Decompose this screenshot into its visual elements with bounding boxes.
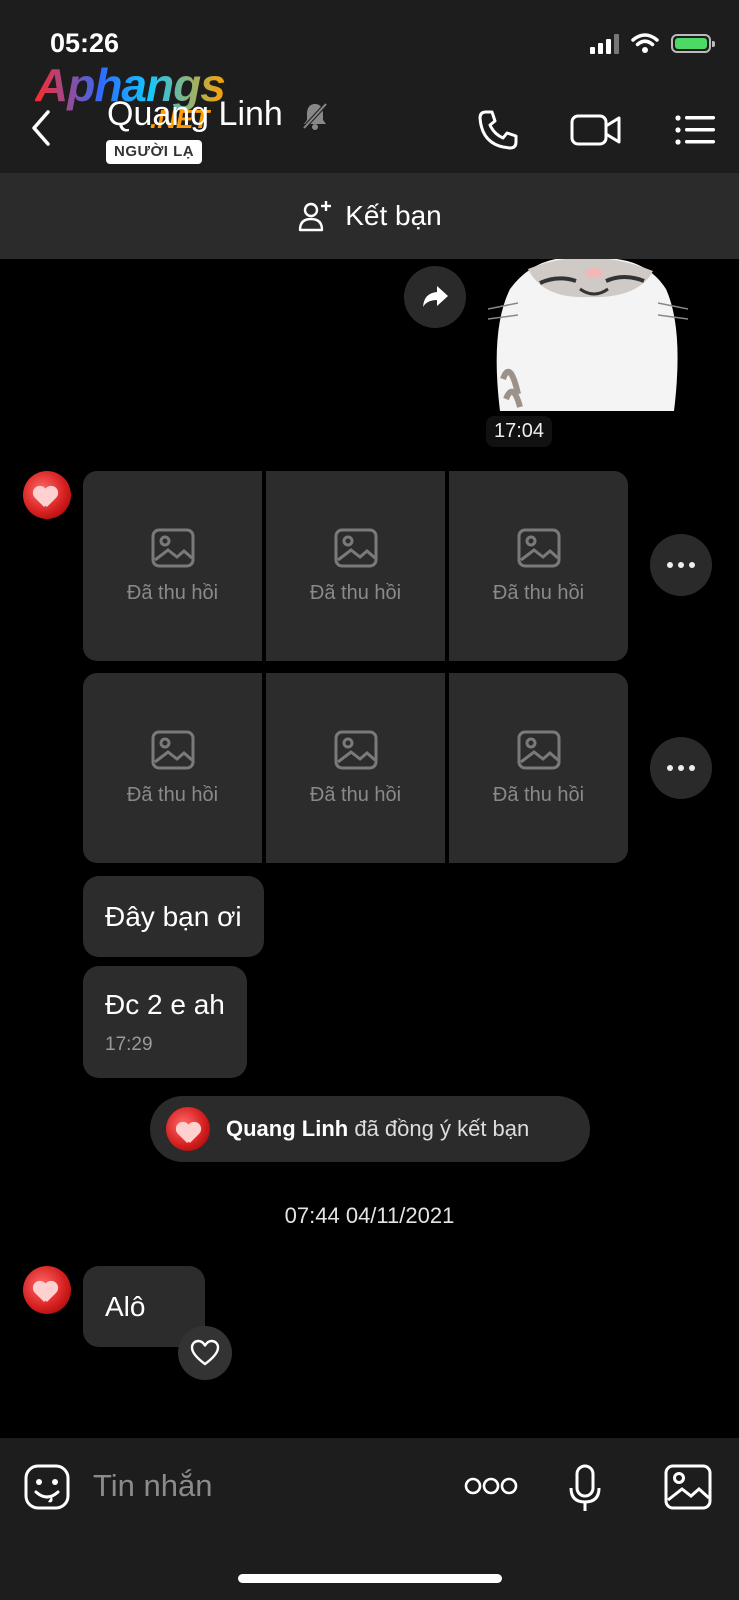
- heart-icon: [190, 1339, 220, 1366]
- notice-text: Quang Linh đã đồng ý kết bạn: [226, 1116, 529, 1142]
- recalled-label: Đã thu hồi: [126, 581, 219, 604]
- microphone-icon[interactable]: [568, 1464, 602, 1514]
- image-placeholder-icon: [151, 730, 194, 769]
- contact-avatar[interactable]: [23, 471, 71, 519]
- forward-arrow-icon: [423, 286, 448, 307]
- message-time: 17:29: [105, 1034, 153, 1055]
- react-heart-button[interactable]: [178, 1326, 232, 1380]
- menu-list-icon[interactable]: [674, 108, 716, 152]
- image-icon[interactable]: [664, 1464, 712, 1510]
- cat-sticker[interactable]: [488, 259, 688, 411]
- message-more-button[interactable]: [650, 737, 712, 799]
- recalled-label: Đã thu hồi: [126, 783, 219, 806]
- recalled-image[interactable]: Đã thu hồi: [83, 471, 262, 661]
- wifi-icon: [631, 33, 659, 53]
- notice-message: đã đồng ý kết bạn: [354, 1116, 530, 1141]
- more-options-icon[interactable]: [464, 1475, 518, 1497]
- image-placeholder-icon: [334, 528, 377, 567]
- signal-icon: [590, 32, 619, 54]
- battery-icon: [671, 33, 715, 53]
- stranger-badge: NGƯỜI LẠ: [106, 140, 203, 164]
- add-friend-label: Kết bạn: [345, 200, 442, 231]
- add-friend-button[interactable]: Kết bạn: [0, 173, 739, 259]
- recalled-image[interactable]: Đã thu hồi: [266, 471, 445, 661]
- message-more-button[interactable]: [650, 534, 712, 596]
- image-placeholder-icon: [517, 528, 560, 567]
- recalled-images-row-2: Đã thu hồi Đã thu hồi Đã thu hồi: [83, 673, 628, 863]
- emoji-icon[interactable]: [24, 1464, 70, 1510]
- message-time: 17:04: [486, 416, 553, 447]
- recalled-image[interactable]: Đã thu hồi: [266, 673, 445, 863]
- image-placeholder-icon: [334, 730, 377, 769]
- status-time: 05:26: [50, 28, 120, 58]
- image-placeholder-icon: [151, 528, 194, 567]
- bell-off-icon: [302, 102, 328, 130]
- forward-button[interactable]: [404, 266, 466, 328]
- recalled-label: Đã thu hồi: [492, 783, 585, 806]
- recalled-images-row-1: Đã thu hồi Đã thu hồi Đã thu hồi: [83, 471, 628, 661]
- recalled-label: Đã thu hồi: [492, 581, 585, 604]
- add-person-icon: [299, 201, 332, 232]
- recalled-image[interactable]: Đã thu hồi: [449, 471, 628, 661]
- recalled-image[interactable]: Đã thu hồi: [83, 673, 262, 863]
- home-indicator: [238, 1574, 502, 1583]
- contact-avatar: [166, 1107, 210, 1151]
- contact-name[interactable]: Quang Linh: [107, 95, 283, 134]
- notice-contact-name: Quang Linh: [226, 1116, 349, 1141]
- image-placeholder-icon: [517, 730, 560, 769]
- date-separator: 07:44 04/11/2021: [284, 1203, 455, 1228]
- friend-accepted-notice: Quang Linh đã đồng ý kết bạn: [150, 1096, 590, 1162]
- phone-icon[interactable]: [476, 108, 520, 152]
- recalled-label: Đã thu hồi: [309, 581, 402, 604]
- message-text: Alô: [105, 1291, 146, 1322]
- contact-avatar[interactable]: [23, 1266, 71, 1314]
- message-input[interactable]: Tin nhắn: [93, 1468, 213, 1504]
- recalled-image[interactable]: Đã thu hồi: [449, 673, 628, 863]
- back-arrow-icon[interactable]: [26, 108, 60, 148]
- video-camera-icon[interactable]: [570, 108, 622, 152]
- message-bubble[interactable]: Đc 2 e ah 17:29: [83, 966, 247, 1078]
- status-icons: [590, 32, 715, 54]
- message-text: Đc 2 e ah: [105, 989, 225, 1020]
- message-text: Đây bạn ơi: [105, 901, 242, 932]
- message-bubble[interactable]: Đây bạn ơi: [83, 876, 264, 957]
- recalled-label: Đã thu hồi: [309, 783, 402, 806]
